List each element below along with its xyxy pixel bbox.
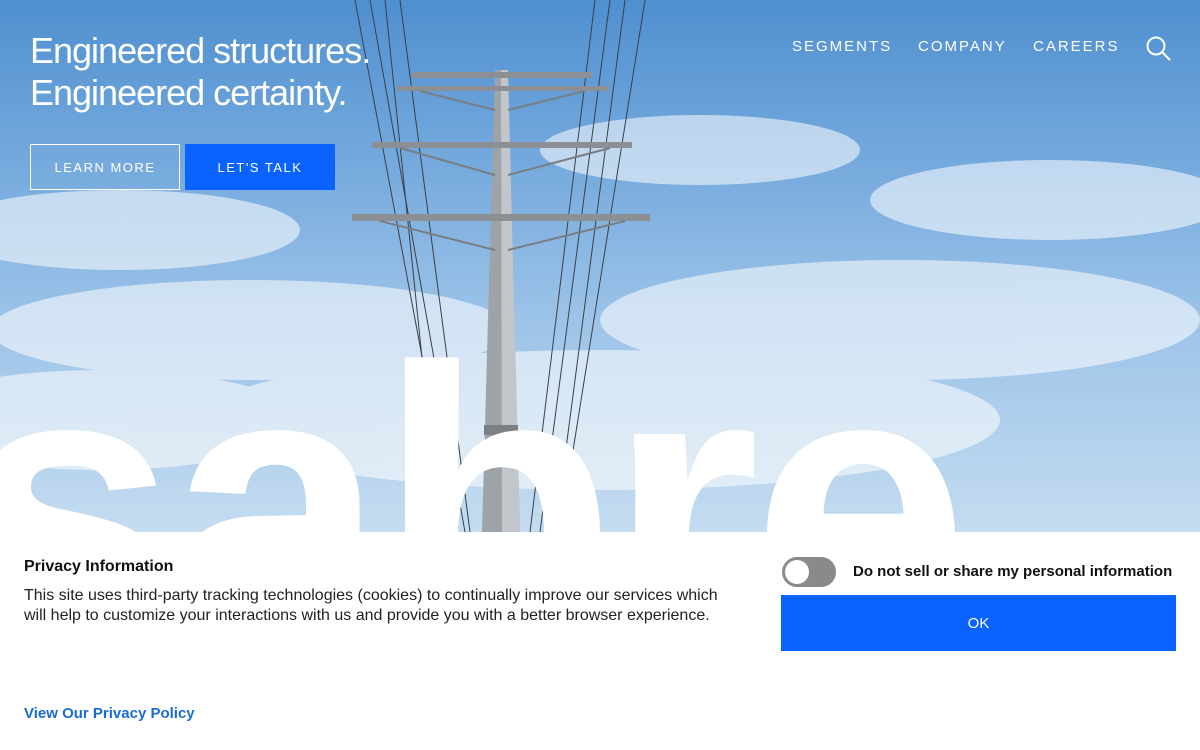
hero-section: sabre Engineered structures. Engineered … — [0, 0, 1200, 532]
privacy-description: This site uses third-party tracking tech… — [24, 587, 718, 624]
nav-careers[interactable]: CAREERS — [1033, 38, 1120, 55]
privacy-policy-link[interactable]: View Our Privacy Policy — [24, 705, 195, 722]
nav-segments[interactable]: SEGMENTS — [792, 38, 892, 55]
headline-line-2: Engineered certainty. — [30, 72, 348, 113]
do-not-sell-toggle[interactable] — [782, 557, 836, 587]
hero-headline: Engineered structures. Engineered certai… — [30, 30, 371, 114]
search-icon[interactable] — [1145, 35, 1171, 61]
lets-talk-button[interactable]: LET'S TALK — [185, 144, 335, 190]
toggle-knob — [785, 560, 809, 584]
nav-company[interactable]: COMPANY — [918, 38, 1007, 55]
privacy-banner: Privacy Information This site uses third… — [0, 532, 1200, 750]
sabre-watermark-text: sabre — [0, 287, 961, 532]
do-not-sell-label: Do not sell or share my personal informa… — [853, 563, 1173, 580]
privacy-title: Privacy Information — [24, 558, 174, 575]
headline-line-1: Engineered structures. — [30, 30, 371, 71]
ok-button[interactable]: OK — [781, 595, 1176, 651]
learn-more-button[interactable]: LEARN MORE — [30, 144, 180, 190]
